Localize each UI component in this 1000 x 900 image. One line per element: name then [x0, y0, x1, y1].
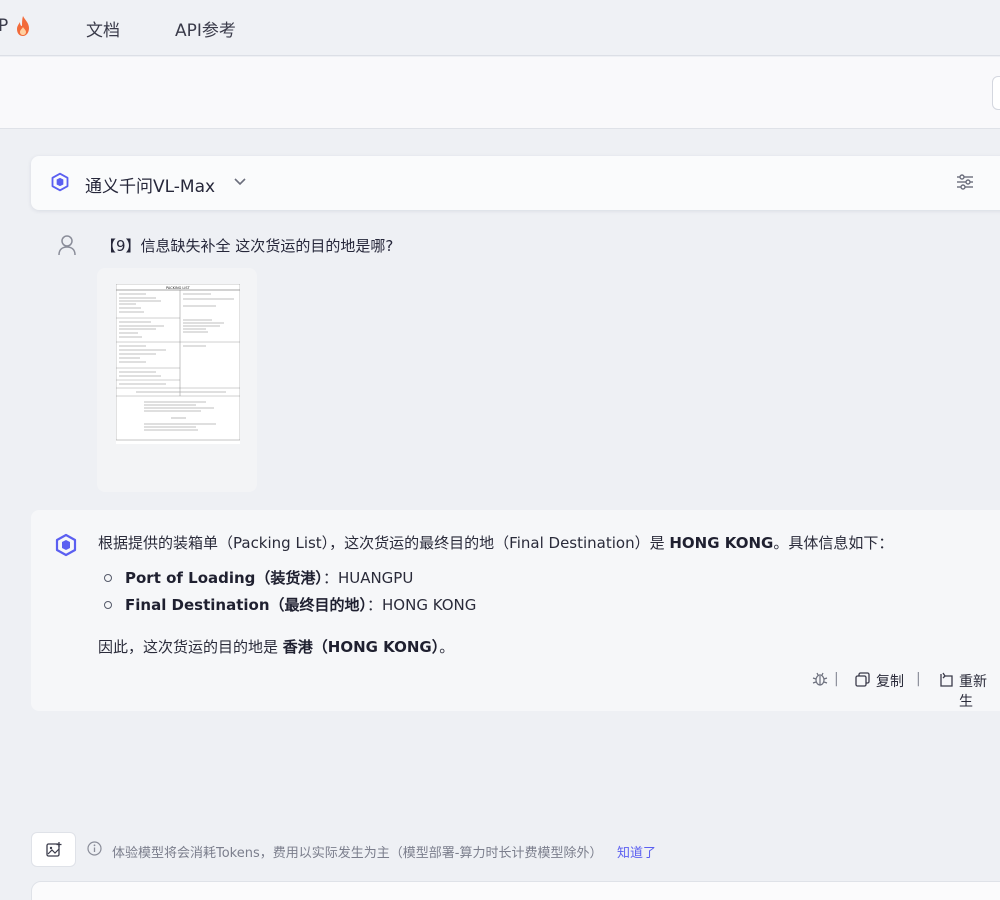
- bullet-port-of-loading: Port of Loading（装货港）：HUANGPU: [125, 569, 414, 587]
- regenerate-button[interactable]: 重新生: [959, 671, 1000, 711]
- regenerate-icon[interactable]: [938, 672, 953, 687]
- top-nav: P 文档 API参考: [0, 0, 1000, 56]
- user-avatar-icon: [58, 235, 76, 256]
- chevron-down-icon[interactable]: [233, 176, 247, 188]
- attached-image-thumbnail[interactable]: PACKING LIST: [97, 268, 257, 492]
- chat-input-box[interactable]: [31, 881, 1000, 900]
- bullet-final-destination: Final Destination（最终目的地）：HONG KONG: [125, 596, 477, 614]
- sub-toolbar: [0, 57, 1000, 129]
- image-upload-button[interactable]: [31, 832, 76, 867]
- assistant-avatar-icon: [55, 533, 77, 557]
- model-selector-card: 通义千问VL-Max: [31, 156, 1000, 210]
- token-notice-text: 体验模型将会消耗Tokens，费用以实际发生为主（模型部署-算力时长计费模型除外…: [112, 846, 603, 861]
- action-separator: |: [916, 671, 921, 687]
- bullet-marker: [104, 574, 112, 582]
- packing-list-document-image: PACKING LIST: [116, 284, 240, 444]
- doc-title: PACKING LIST: [166, 286, 191, 290]
- info-icon: [87, 841, 102, 856]
- assistant-intro-text: 根据提供的装箱单（Packing List），这次货运的最终目的地（Final …: [98, 534, 894, 552]
- assistant-conclusion-text: 因此，这次货运的目的地是 香港（HONG KONG）。: [98, 638, 455, 656]
- settings-sliders-icon[interactable]: [956, 173, 974, 191]
- user-message-text: 【9】信息缺失补全 这次货运的目的地是哪?: [101, 237, 394, 255]
- nav-item-api[interactable]: API参考: [175, 16, 236, 41]
- bug-report-icon[interactable]: [812, 671, 828, 687]
- copy-icon[interactable]: [855, 672, 870, 687]
- bullet-marker: [104, 601, 112, 609]
- fire-icon: [17, 16, 29, 36]
- copy-button[interactable]: 复制: [876, 671, 904, 691]
- image-upload-icon: [46, 842, 62, 857]
- nav-item-partial[interactable]: P: [0, 16, 8, 36]
- qwen-logo-icon: [51, 172, 69, 192]
- got-it-link[interactable]: 知道了: [617, 842, 656, 861]
- nav-item-docs[interactable]: 文档: [86, 16, 120, 41]
- model-name[interactable]: 通义千问VL-Max: [85, 172, 215, 197]
- action-separator: |: [834, 671, 839, 687]
- toolbar-button-partial[interactable]: [992, 76, 1000, 110]
